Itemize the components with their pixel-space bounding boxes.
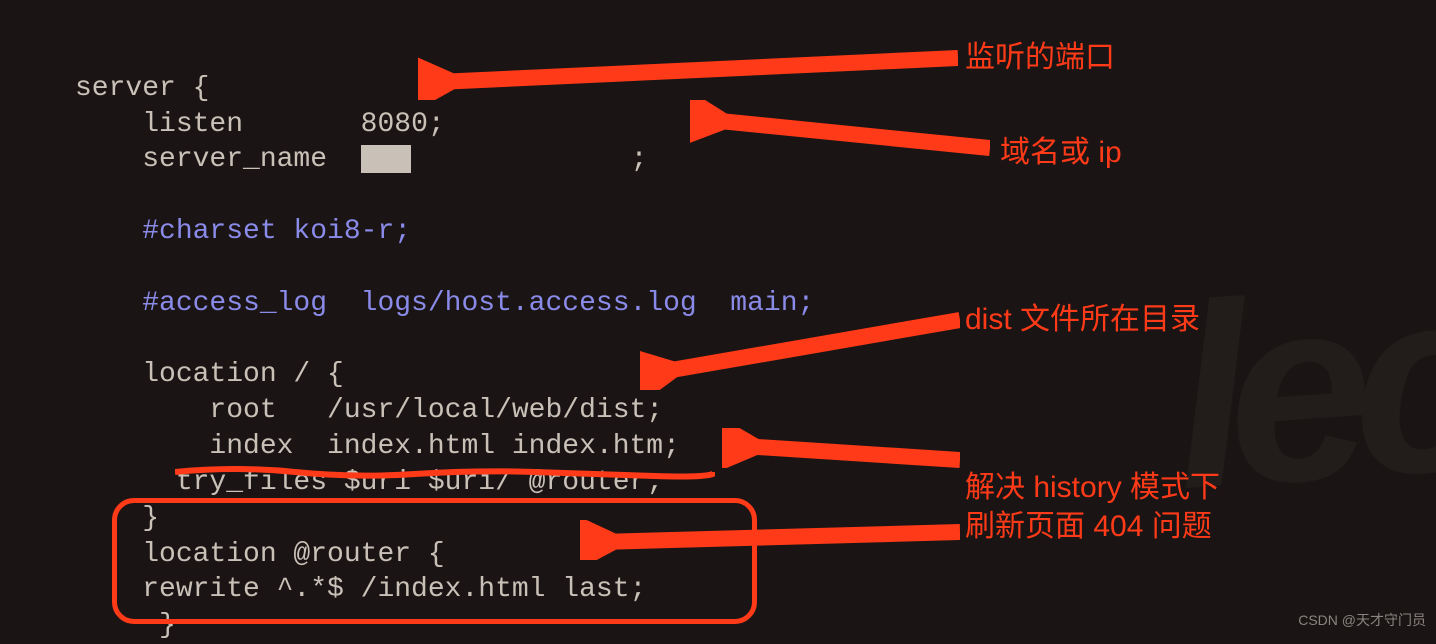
code-line-1: server { [75, 73, 209, 104]
code-line-11: index index.html index.htm; [75, 431, 680, 462]
annotation-history-fix: 解决 history 模式下 刷新页面 404 问题 [965, 468, 1220, 546]
code-line-9: location / { [75, 359, 344, 390]
redacted-server-name [361, 145, 631, 173]
annotation-dist-dir: dist 文件所在目录 [965, 300, 1200, 339]
blank-line [75, 252, 92, 283]
annotation-history-line1: 解决 history 模式下 [965, 468, 1220, 507]
code-line-12: try_files $uri $uri/ @router; [75, 467, 663, 498]
code-line-5: #charset koi8-r; [75, 216, 411, 247]
code-line-3: server_name ; [75, 144, 647, 175]
code-line-10: root /usr/local/web/dist; [75, 395, 663, 426]
highlight-box-router [112, 498, 757, 624]
annotation-history-line2: 刷新页面 404 问题 [965, 507, 1220, 546]
code-line-7: #access_log logs/host.access.log main; [75, 288, 814, 319]
annotation-server-name: 域名或 ip [1000, 133, 1122, 172]
code-line-2: listen 8080; [75, 109, 445, 140]
blank-line [75, 324, 92, 355]
blank-line [75, 180, 92, 211]
annotation-listen-port: 监听的端口 [965, 38, 1115, 77]
watermark: CSDN @天才守门员 [1298, 610, 1426, 630]
